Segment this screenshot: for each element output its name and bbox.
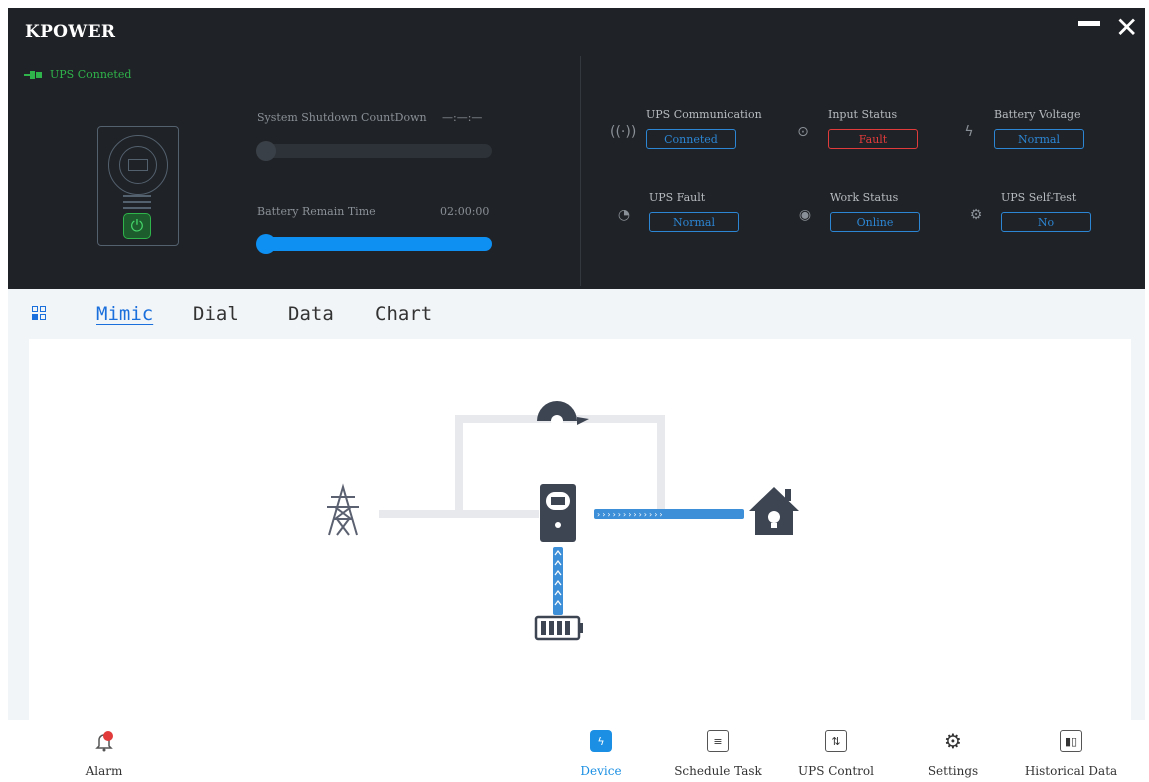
nav-alarm[interactable]: Alarm [74,730,134,778]
nav-schedule-task-label: Schedule Task [674,764,762,778]
power-drop-icon: ◉ [798,207,812,223]
ups-device-illustration: ⏻ [97,126,179,246]
nav-device[interactable]: ϟ Device [571,730,631,778]
header-divider [580,56,581,286]
device-icon: ϟ [590,730,612,752]
gear-icon: ⚙ [944,729,962,753]
tab-data[interactable]: Data [288,303,334,325]
app-window: KPOWER ✕ UPS Conneted ⏻ System Shutdown … [8,8,1145,782]
connection-status: UPS Conneted [24,68,131,81]
countdown-value: —:—:— [442,111,483,124]
ups-unit-icon [540,484,576,542]
bottom-nav: Alarm ϟ Device ≡ Schedule Task ⇅ UPS Con… [8,720,1145,782]
close-button[interactable]: ✕ [1115,14,1138,42]
plug-icon [24,70,42,79]
sine-wave-icon: ⊙ [797,124,809,140]
view-tabs: Mimic Dial Data Chart [8,289,1145,339]
countdown-slider[interactable] [256,141,492,161]
nav-settings-label: Settings [927,764,979,778]
battery-remain-fill [257,237,492,251]
grid-pylon-icon [327,483,359,536]
schedule-task-icon: ≡ [707,730,729,752]
nav-ups-control-label: UPS Control [798,764,874,778]
power-flow-diagram: ››››››››››››› [327,401,799,641]
battery-icon [534,615,583,641]
nav-alarm-label: Alarm [85,764,123,778]
nav-ups-control[interactable]: ⇅ UPS Control [791,730,881,778]
self-test-icon: ⚙ [969,207,983,223]
mimic-diagram: ››››››››››››› [29,339,1131,729]
tab-chart[interactable]: Chart [375,303,432,325]
house-load-icon [749,487,799,535]
nav-historical-data[interactable]: ▮▯ Historical Data [1016,730,1126,778]
countdown-label: System Shutdown CountDown [257,111,427,124]
nav-settings[interactable]: ⚙ Settings [918,729,988,778]
battery-charge-icon: ϟ [964,124,974,140]
alarm-bell-icon [93,730,115,752]
signal-icon: ((·)) [610,124,637,140]
grid-view-icon[interactable] [32,306,46,320]
battery-remain-value: 02:00:00 [440,205,490,218]
countdown-slider-knob[interactable] [256,141,276,161]
svg-text:›››››››››››››: ››››››››››››› [597,510,665,519]
connection-status-text: UPS Conneted [50,68,132,81]
ups-control-icon: ⇅ [825,730,847,752]
nav-historical-data-label: Historical Data [1024,764,1118,778]
header-panel: KPOWER ✕ UPS Conneted ⏻ System Shutdown … [8,8,1145,289]
nav-device-label: Device [580,764,622,778]
battery-remain-label: Battery Remain Time [257,205,376,218]
nav-schedule-task[interactable]: ≡ Schedule Task [668,730,768,778]
power-icon: ⏻ [123,213,151,239]
tab-dial[interactable]: Dial [193,303,239,325]
output-flow-arrows: ››››››››››››› [597,510,665,519]
battery-remain-slider[interactable] [256,234,492,254]
bypass-icon [537,401,589,427]
tab-mimic[interactable]: Mimic [96,303,153,325]
fault-gauge-icon: ◔ [617,207,631,223]
battery-remain-knob[interactable] [256,234,276,254]
bypass-line [379,415,665,518]
app-title: KPOWER [25,22,116,42]
minimize-button[interactable] [1078,21,1100,26]
historical-data-icon: ▮▯ [1060,730,1082,752]
